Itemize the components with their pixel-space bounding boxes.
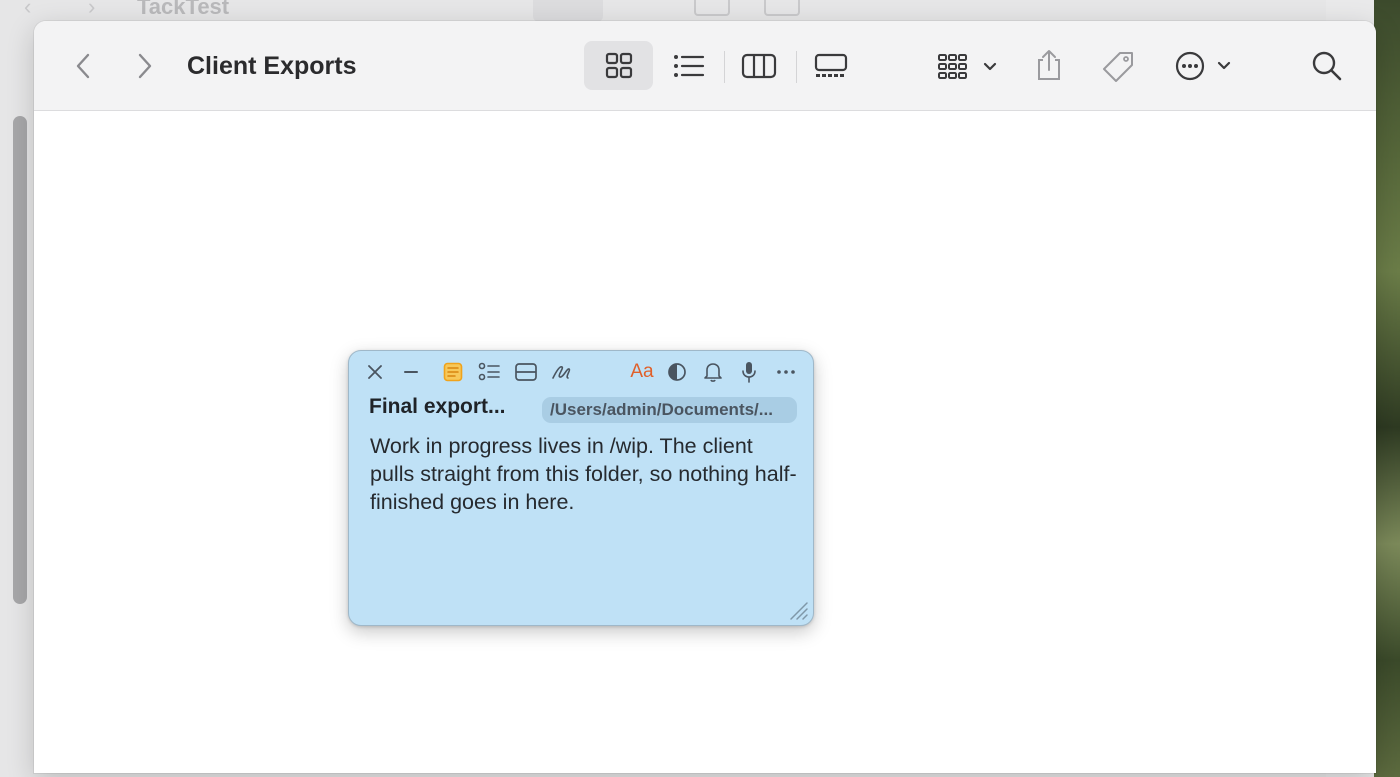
window-title: Client Exports [187,52,357,80]
bg-view-selected [533,0,603,22]
background-toolbar: ‹ › TackTest [0,0,1326,22]
note-reminder-button[interactable] [702,361,724,383]
forward-button[interactable] [130,49,160,83]
sticky-note[interactable]: Aa Final export... /Users/admin/Document… [348,350,814,626]
bell-icon [704,363,722,382]
note-resize-handle[interactable] [787,599,809,621]
more-actions-icon [1175,51,1231,81]
background-window-title: TackTest [137,0,230,19]
toolbar-separator [796,51,797,83]
checklist-icon [478,362,500,381]
pen-scribble-icon [552,366,571,379]
bg-column-icon [694,0,730,16]
ellipsis-icon [777,370,795,374]
tag-button[interactable] [1100,49,1136,83]
more-actions-button[interactable] [1174,49,1234,83]
note-dictation-button[interactable] [738,361,760,383]
back-button[interactable] [68,49,98,83]
bg-chevron-left-icon: ‹ [24,0,32,19]
close-icon [368,365,382,379]
resize-grip-icon [790,602,808,620]
file-browser-content[interactable]: Aa Final export... /Users/admin/Document… [34,112,1376,773]
contrast-icon [668,363,686,381]
note-close-button[interactable] [364,361,386,383]
gallery-view-icon [814,53,848,77]
font-aa-icon: Aa [630,361,654,382]
note-minimize-button[interactable] [400,361,422,383]
tag-icon [1103,52,1133,82]
toolbar-separator [724,51,725,83]
gallery-view-button[interactable] [812,51,850,81]
list-view-icon [674,55,705,77]
note-more-button[interactable] [775,361,797,383]
bg-gallery-icon [764,0,800,16]
search-button[interactable] [1310,49,1344,83]
group-by-button[interactable] [934,51,1004,81]
list-view-button[interactable] [671,51,707,81]
share-icon [1038,50,1060,80]
note-page-icon [443,362,463,382]
note-path-badge[interactable]: /Users/admin/Documents/... [542,397,797,423]
finder-window: Client Exports Aa Final export... /Users… [34,21,1376,773]
note-body-text[interactable]: Work in progress lives in /wip. The clie… [370,432,800,516]
microphone-icon [742,362,756,383]
column-view-button[interactable] [741,51,777,81]
note-font-button[interactable]: Aa [627,361,657,383]
toolbar: Client Exports [34,21,1376,111]
share-button[interactable] [1032,47,1066,83]
chevron-right-icon [138,53,152,79]
note-text-mode-button[interactable] [442,361,464,383]
chevron-left-icon [76,53,90,79]
note-title[interactable]: Final export... [369,395,506,419]
background-scrollbar[interactable] [13,116,27,604]
column-view-icon [741,53,777,79]
note-appearance-button[interactable] [666,361,688,383]
group-by-icon [938,54,997,79]
search-icon [1312,51,1342,81]
table-icon [515,363,537,381]
note-table-button[interactable] [515,361,537,383]
note-checklist-button[interactable] [478,361,500,383]
note-draw-button[interactable] [551,361,573,383]
minimize-icon [404,371,418,373]
desktop-background [1374,0,1400,777]
icon-view-grid-icon [602,52,636,80]
bg-chevron-right-icon: › [88,0,96,19]
